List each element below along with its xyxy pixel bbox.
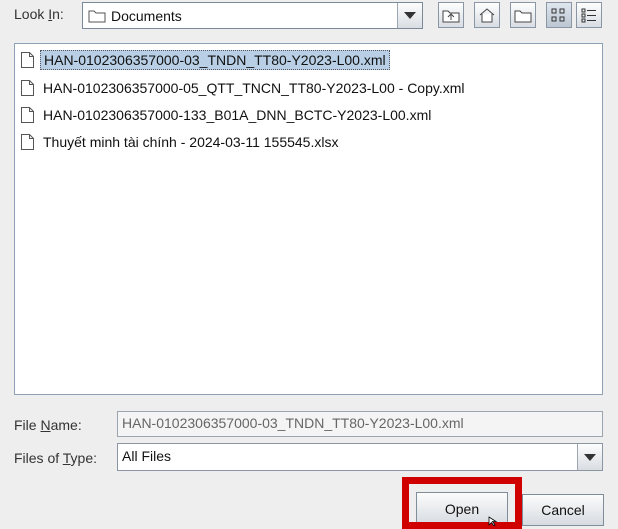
- document-icon: [21, 80, 34, 96]
- list-view-icon: [551, 8, 565, 22]
- look-in-value: Documents: [111, 8, 182, 24]
- document-icon: [21, 107, 34, 123]
- document-icon: [21, 134, 34, 150]
- folder-icon: [88, 8, 106, 26]
- file-name: HAN-0102306357000-05_QTT_TNCN_TT80-Y2023…: [43, 80, 465, 96]
- look-in-combo[interactable]: Documents: [82, 2, 423, 29]
- new-folder-icon: [514, 10, 532, 23]
- chevron-down-icon: [584, 453, 596, 461]
- mouse-cursor-icon: [488, 516, 498, 526]
- file-type-dropdown-button[interactable]: [577, 444, 602, 470]
- details-view-button[interactable]: [576, 2, 602, 28]
- list-item[interactable]: HAN-0102306357000-03_TNDN_TT80-Y2023-L00…: [21, 49, 390, 71]
- file-type-label: Files of Type:: [14, 450, 98, 466]
- file-type-select[interactable]: All Files: [117, 443, 603, 471]
- file-list[interactable]: HAN-0102306357000-03_TNDN_TT80-Y2023-L00…: [14, 43, 603, 395]
- file-type-value: All Files: [122, 448, 172, 464]
- new-folder-button[interactable]: [510, 2, 536, 28]
- file-name: HAN-0102306357000-03_TNDN_TT80-Y2023-L00…: [40, 50, 390, 70]
- file-name: Thuyết minh tài chính - 2024-03-11 15554…: [43, 134, 339, 150]
- home-icon: [479, 8, 495, 23]
- document-icon: [21, 52, 34, 68]
- up-folder-button[interactable]: [438, 2, 464, 28]
- look-in-label: Look In:: [14, 6, 64, 22]
- list-item[interactable]: HAN-0102306357000-05_QTT_TNCN_TT80-Y2023…: [21, 77, 468, 99]
- file-name: HAN-0102306357000-133_B01A_DNN_BCTC-Y202…: [43, 107, 432, 123]
- up-folder-icon: [442, 10, 460, 23]
- highlight-box: [402, 477, 522, 529]
- list-item[interactable]: HAN-0102306357000-133_B01A_DNN_BCTC-Y202…: [21, 104, 434, 126]
- details-view-icon: [581, 8, 596, 23]
- list-view-button[interactable]: [546, 2, 572, 28]
- home-button[interactable]: [474, 2, 500, 28]
- chevron-down-icon: [404, 12, 416, 19]
- list-item[interactable]: Thuyết minh tài chính - 2024-03-11 15554…: [21, 131, 341, 153]
- cancel-button[interactable]: Cancel: [522, 494, 604, 526]
- look-in-dropdown-button[interactable]: [397, 3, 422, 28]
- file-name-label: File Name:: [14, 417, 82, 433]
- file-name-field[interactable]: HAN-0102306357000-03_TNDN_TT80-Y2023-L00…: [117, 411, 603, 437]
